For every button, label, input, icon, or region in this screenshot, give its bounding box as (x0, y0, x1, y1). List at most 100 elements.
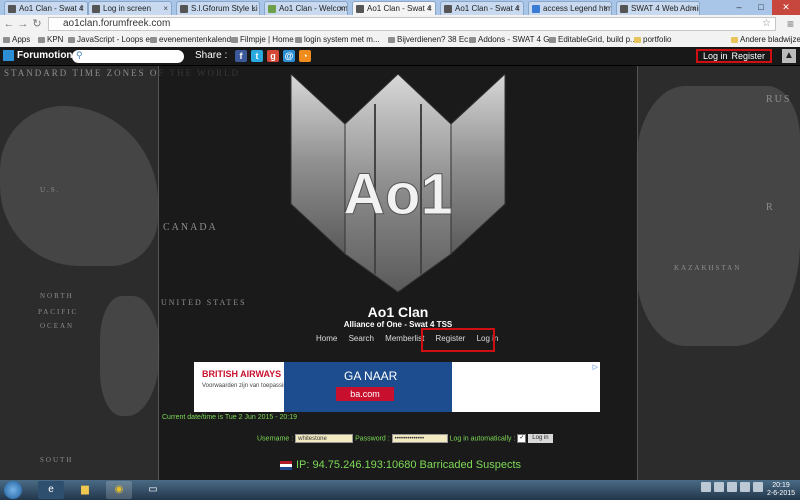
bookmark-item[interactable]: login system met m... (295, 33, 380, 47)
app-icon[interactable]: ▭ (140, 481, 166, 499)
browser-tab-active[interactable]: Ao1 Clan - Swat 4 × (352, 1, 436, 15)
nav-search[interactable]: Search (349, 334, 374, 343)
tab-close-icon[interactable]: × (691, 2, 696, 15)
browser-tab[interactable]: Ao1 Clan - Swat 4 × (4, 1, 88, 15)
start-button[interactable] (4, 481, 22, 499)
share-label: Share : (195, 50, 228, 61)
map-landmass (0, 106, 158, 266)
bookmark-folder[interactable]: portfolio (634, 33, 671, 47)
tab-close-icon[interactable]: × (339, 2, 344, 15)
password-label: Password : (355, 435, 390, 443)
forward-icon[interactable]: → (16, 17, 30, 31)
browser-tab[interactable]: SWAT 4 Web Admin × (616, 1, 700, 15)
folder-icon[interactable]: ▆ (72, 481, 98, 499)
tab-close-icon[interactable]: × (427, 2, 432, 15)
clan-logo-emblem-icon: Ao1 (290, 72, 506, 293)
bookmark-item[interactable]: JavaScript - Loops e... (68, 33, 157, 47)
map-label: CANADA (163, 222, 218, 233)
bookmark-item[interactable]: evenementenkalend... (150, 33, 238, 47)
username-field[interactable]: whitestone (295, 434, 354, 443)
forumotion-logo[interactable]: Forumotion (3, 50, 73, 61)
bookmark-item[interactable]: Bijverdienen? 38 Ec... (388, 33, 475, 47)
auto-login-checkbox[interactable]: ✓ (517, 434, 527, 443)
browser-toolbar: ← → ↻ ao1clan.forumfreek.com ☆ ≡ (0, 15, 800, 34)
password-field[interactable]: •••••••••••••• (391, 434, 448, 443)
tab-close-icon[interactable]: × (79, 2, 84, 15)
chrome-icon[interactable]: ◉ (106, 481, 132, 499)
rss-icon[interactable]: ◔ (299, 50, 311, 62)
chrome-menu-icon[interactable]: ≡ (787, 17, 794, 31)
bookmarks-bar: Apps KPN JavaScript - Loops e... eveneme… (0, 33, 800, 48)
other-bookmarks[interactable]: Andere bladwijzers (731, 33, 800, 47)
facebook-icon[interactable]: f (235, 50, 247, 62)
tab-close-icon[interactable]: × (603, 2, 608, 15)
clan-logo[interactable]: Ao1 (285, 72, 511, 294)
ad-banner[interactable]: BRITISH AIRWAYS Voorwaarden zijn van toep… (194, 362, 600, 412)
minimize-icon[interactable]: – (728, 0, 750, 15)
toolbar-register-link[interactable]: Register (732, 51, 766, 61)
address-bar[interactable]: ao1clan.forumfreek.com ☆ (48, 17, 776, 31)
google-plus-icon[interactable]: g (267, 50, 279, 62)
volume-icon[interactable] (753, 482, 763, 492)
address-url: ao1clan.forumfreek.com (63, 18, 171, 29)
collapse-toolbar-icon[interactable]: ▲ (782, 49, 796, 63)
username-label: Username : (257, 435, 294, 443)
tab-close-icon[interactable]: × (515, 2, 520, 15)
email-icon[interactable]: @ (283, 50, 295, 62)
browser-tab[interactable]: S.l.Gforum Style Li × (176, 1, 260, 15)
tab-favicon-icon (268, 5, 276, 13)
netherlands-flag-icon (280, 460, 292, 470)
map-label: U.S. (40, 186, 61, 194)
map-landmass (100, 296, 160, 416)
nav-memberlist[interactable]: Memberlist (385, 334, 424, 343)
tray-icon[interactable] (714, 482, 724, 492)
tab-favicon-icon (620, 5, 628, 13)
bookmark-item[interactable]: EditableGrid, build p... (549, 33, 637, 47)
server-info: IP: 94.75.246.193:10680 Barricaded Suspe… (280, 459, 521, 471)
tab-favicon-icon (92, 5, 100, 13)
map-label: R (766, 202, 775, 213)
reload-icon[interactable]: ↻ (30, 17, 44, 31)
adchoices-icon[interactable]: ▷ (593, 363, 598, 371)
bookmark-star-icon[interactable]: ☆ (762, 18, 771, 30)
nav-auth-highlight (421, 328, 495, 352)
current-date: Current date/time is Tue 2 Jun 2015 - 20… (162, 414, 298, 421)
tab-favicon-icon (180, 5, 188, 13)
bookmark-item[interactable]: Addons - SWAT 4 G... (469, 33, 556, 47)
taskbar-clock[interactable]: 20:19 2-6-2015 (766, 482, 796, 498)
login-submit-button[interactable]: Log in (528, 434, 553, 443)
browser-tab[interactable]: access Legend html × (528, 1, 612, 15)
map-label: NORTH (40, 292, 74, 300)
auto-login-label: Log in automatically : (449, 435, 516, 443)
twitter-icon[interactable]: t (251, 50, 263, 62)
forumotion-toolbar: Forumotion ⚲ Share : f t g @ ◔ Log in Reg… (0, 47, 800, 66)
map-landmass (636, 86, 800, 346)
tab-close-icon[interactable]: × (163, 2, 168, 15)
browser-tab[interactable]: Ao1 Clan - Swat 4 × (440, 1, 524, 15)
browser-tab[interactable]: Log in screen × (88, 1, 172, 15)
bookmark-apps[interactable]: Apps (3, 33, 30, 47)
toolbar-login-link[interactable]: Log in (703, 51, 728, 61)
map-label: PACIFIC (38, 308, 79, 316)
tray-icon[interactable] (727, 482, 737, 492)
bookmark-item[interactable]: Filmpje | Home (231, 33, 294, 47)
server-address: IP: 94.75.246.193:10680 Barricaded Suspe… (296, 459, 522, 471)
maximize-icon[interactable]: □ (750, 0, 772, 15)
nav-home[interactable]: Home (316, 334, 337, 343)
tab-close-icon[interactable]: × (251, 2, 256, 15)
window-close-icon[interactable]: ✕ (772, 0, 800, 15)
ad-brand: BRITISH AIRWAYS Voorwaarden zijn van toep… (202, 369, 291, 389)
clock-time: 20:19 (772, 482, 790, 489)
clock-date: 2-6-2015 (766, 490, 796, 497)
bookmark-item[interactable]: KPN (38, 33, 63, 47)
explorer-icon[interactable]: e (38, 481, 64, 499)
tab-favicon-icon (356, 5, 364, 13)
tray-icon[interactable] (740, 482, 750, 492)
tray-icon[interactable] (701, 482, 711, 492)
auth-links-highlight: Log in Register (696, 49, 772, 63)
toolbar-search-input[interactable]: ⚲ (72, 50, 184, 63)
back-icon[interactable]: ← (2, 17, 16, 31)
browser-tab[interactable]: Ao1 Clan - Welcom × (264, 1, 348, 15)
forum-header-panel: CANADA UNITED STATES Ao1 Ao1 Clan Allian… (158, 66, 638, 480)
ad-cta-button[interactable]: ba.com (336, 387, 394, 401)
